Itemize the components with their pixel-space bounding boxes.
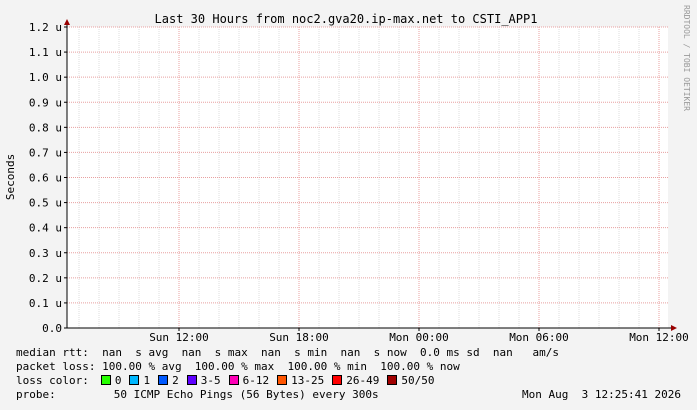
loss-color-item: 13-25	[277, 374, 324, 387]
packet-loss-line: packet loss: 100.00 % avg 100.00 % max 1…	[16, 360, 460, 373]
x-tick-labels: Sun 12:00 Sun 18:00 Mon 00:00 Mon 06:00 Mon …	[149, 331, 689, 344]
loss-color-line: loss color: 0 1 2 3-5 6-12 13-25 26-49 50/50	[16, 374, 442, 387]
y-tick-label: 0.3 u	[29, 247, 62, 260]
loss-color-item: 50/50	[387, 374, 434, 387]
loss-color-label-text: 13-25	[291, 374, 325, 387]
y-tick-label: 0.6 u	[29, 172, 62, 185]
y-tick-label: 0.4 u	[29, 222, 62, 235]
y-axis-label: Seconds	[4, 154, 17, 200]
loss-color-swatch	[186, 375, 197, 385]
loss-color-swatch	[387, 375, 398, 385]
y-tick-label: 0.8 u	[29, 121, 62, 134]
loss-color-swatch	[158, 375, 169, 385]
probe-text: 50 ICMP Echo Pings (56 Bytes) every 300s	[113, 388, 379, 401]
loss-color-label-text: 26-49	[346, 374, 380, 387]
y-tick-label: 0.7 u	[29, 146, 62, 159]
chart-svg: 0.0 0.1 u 0.2 u 0.3 u 0.4 u 0.5 u 0.6 u 0.7 u 0.…	[4, 5, 691, 344]
loss-color-swatch	[100, 375, 111, 385]
x-tick-label: Mon 00:00	[389, 331, 449, 344]
x-tick-label: Mon 12:00	[629, 331, 689, 344]
loss-color-label-text: 1	[143, 374, 151, 387]
loss-color-label-text: 6-12	[242, 374, 270, 387]
y-tick-label: 0.9 u	[29, 96, 62, 109]
x-tick-label: Mon 06:00	[509, 331, 569, 344]
loss-color-item: 3-5	[186, 374, 221, 387]
loss-color-label-text: 0	[114, 374, 122, 387]
smokeping-graph: 0.0 0.1 u 0.2 u 0.3 u 0.4 u 0.5 u 0.6 u 0.7 u 0.…	[0, 0, 697, 410]
y-tick-labels: 0.0 0.1 u 0.2 u 0.3 u 0.4 u 0.5 u 0.6 u 0.7 u 0.…	[29, 21, 62, 335]
loss-color-swatch	[228, 375, 239, 385]
loss-color-item: 26-49	[332, 374, 379, 387]
loss-color-swatch	[332, 375, 343, 385]
y-axis-arrow	[64, 19, 70, 25]
probe-line: probe: 50 ICMP Echo Pings (56 Bytes) ever…	[16, 388, 681, 401]
median-rtt-line: median rtt: nan s avg nan s max nan s mi…	[16, 346, 560, 359]
loss-color-label-text: 2	[172, 374, 179, 387]
y-tick-label: 0.1 u	[29, 297, 62, 310]
loss-color-item: 1	[129, 374, 150, 387]
y-tick-label: 1.0 u	[29, 71, 62, 84]
y-tick-label: 0.2 u	[29, 272, 62, 285]
x-tick-label: Sun 12:00	[149, 331, 209, 344]
loss-color-label-text: 3-5	[200, 374, 221, 387]
loss-color-swatch	[277, 375, 288, 385]
probe-label: probe:	[16, 388, 56, 401]
loss-color-item: 6-12	[228, 374, 270, 387]
y-tick-label: 0.5 u	[29, 197, 62, 210]
timestamp: Mon Aug 3 12:25:41 2026	[522, 388, 681, 401]
chart-title: Last 30 Hours from noc2.gva20.ip-max.net…	[155, 12, 538, 26]
loss-color-item: 0	[100, 374, 122, 387]
loss-color-swatches: 0 1 2 3-5 6-12 13-25 26-49 50/50	[100, 374, 443, 387]
x-tick-label: Sun 18:00	[269, 331, 329, 344]
loss-color-label-text: 50/50	[401, 374, 435, 387]
y-tick-label: 1.1 u	[29, 46, 62, 59]
watermark: RRDTOOL / TOBI OETIKER	[682, 5, 691, 111]
loss-color-label: loss color:	[16, 374, 89, 387]
y-tick-label: 1.2 u	[29, 21, 62, 34]
loss-color-item: 2	[158, 374, 179, 387]
loss-color-swatch	[129, 375, 140, 385]
y-tick-label: 0.0	[42, 322, 62, 335]
